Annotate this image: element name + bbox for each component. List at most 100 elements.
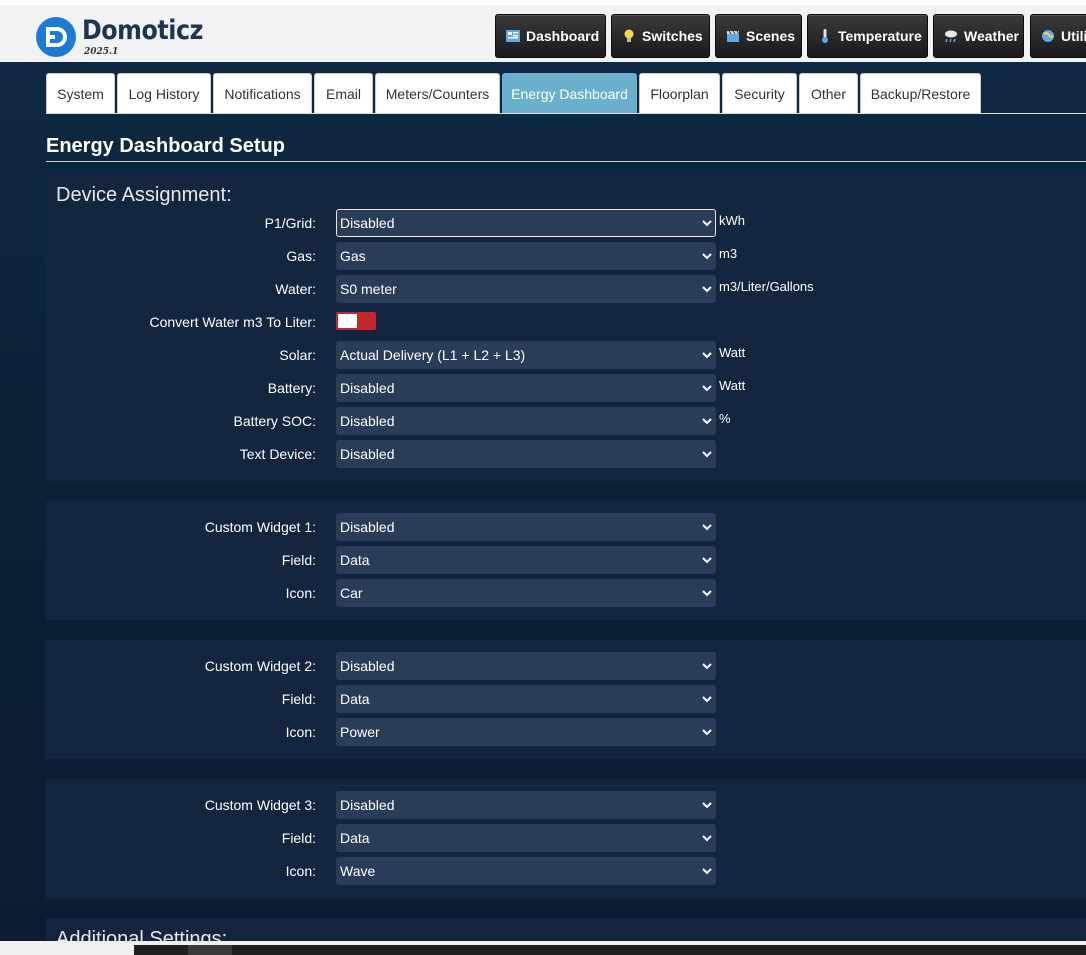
custom-widget-2-field-select[interactable]: Data (336, 685, 716, 713)
chevron-down-icon (702, 557, 712, 564)
custom-widget-3-select[interactable]: Disabled (336, 791, 716, 819)
p1-grid-unit: kWh (719, 213, 745, 228)
logo[interactable]: Domoticz 2025.1 (36, 15, 203, 60)
chevron-down-icon (702, 868, 712, 875)
chevron-down-icon (702, 729, 712, 736)
tab-security[interactable]: Security (722, 73, 797, 113)
nav-dashboard-button[interactable]: Dashboard (495, 14, 606, 58)
custom-widget-3-field-label: Field: (281, 830, 316, 846)
water-unit: m3/Liter/Gallons (719, 279, 814, 294)
custom-widget-2-select[interactable]: Disabled (336, 652, 716, 680)
battery-label: Battery: (267, 380, 316, 396)
nav-temperature-button[interactable]: Temperature (807, 14, 928, 58)
chevron-down-icon (702, 253, 712, 260)
text-device-select[interactable]: Disabled (336, 440, 716, 468)
gas-select[interactable]: Gas (336, 242, 716, 270)
battery-soc-select[interactable]: Disabled (336, 407, 716, 435)
title-divider (46, 161, 1086, 162)
domoticz-logo-icon (36, 17, 76, 57)
custom-widget-2-icon-value: Power (340, 724, 380, 740)
custom-widget-1-field-row: Field: Data (46, 546, 1086, 574)
custom-widget-1-icon-select[interactable]: Car (336, 579, 716, 607)
custom-widget-2-label: Custom Widget 2: (204, 658, 316, 674)
gas-row: Gas: Gas m3 (46, 242, 1086, 270)
water-select[interactable]: S0 meter (336, 275, 716, 303)
taskbar-active-item[interactable] (188, 945, 232, 955)
cloud-rain-icon (944, 29, 958, 43)
p1-grid-row: P1/Grid: Disabled kWh (46, 209, 1086, 237)
top-bar: Domoticz 2025.1 Dashboard Switches Scene… (0, 0, 1086, 62)
tab-system[interactable]: System (46, 73, 115, 113)
solar-unit: Watt (719, 345, 746, 360)
custom-widget-3-icon-select[interactable]: Wave (336, 857, 716, 885)
convert-water-toggle[interactable] (336, 312, 376, 330)
tab-energy-dashboard[interactable]: Energy Dashboard (502, 73, 637, 113)
tab-other[interactable]: Other (799, 73, 858, 113)
device-assignment-title: Device Assignment: (56, 184, 232, 206)
dashboard-icon (506, 29, 520, 43)
custom-widget-3-field-value: Data (340, 830, 370, 846)
text-device-label: Text Device: (239, 446, 316, 462)
p1-grid-select[interactable]: Disabled (336, 209, 716, 237)
chevron-down-icon (702, 696, 712, 703)
custom-widget-3-field-row: Field: Data (46, 824, 1086, 852)
tab-floorplan[interactable]: Floorplan (639, 73, 720, 113)
custom-widget-3-label: Custom Widget 3: (204, 797, 316, 813)
solar-select[interactable]: Actual Delivery (L1 + L2 + L3) (336, 341, 716, 369)
water-value: S0 meter (340, 281, 397, 297)
custom-widget-3-field-select[interactable]: Data (336, 824, 716, 852)
chevron-down-icon (702, 418, 712, 425)
chevron-down-icon (702, 524, 712, 531)
thermometer-icon (818, 29, 832, 43)
chevron-down-icon (702, 385, 712, 392)
tab-divider (46, 113, 1086, 114)
page-title: Energy Dashboard Setup (46, 135, 285, 157)
custom-widget-2-icon-label: Icon: (285, 724, 316, 740)
nav-weather-button[interactable]: Weather (933, 14, 1024, 58)
p1-grid-label: P1/Grid: (264, 215, 316, 231)
battery-value: Disabled (340, 380, 395, 396)
custom-widget-3-value: Disabled (340, 797, 395, 813)
tab-notifications[interactable]: Notifications (213, 73, 312, 113)
text-device-row: Text Device: Disabled (46, 440, 1086, 468)
custom-widget-2-field-row: Field: Data (46, 685, 1086, 713)
tab-log-history[interactable]: Log History (117, 73, 211, 113)
custom-widget-1-select[interactable]: Disabled (336, 513, 716, 541)
clapperboard-icon (726, 29, 740, 43)
nav-weather-label: Weather (964, 28, 1019, 44)
chevron-down-icon (702, 220, 712, 227)
chevron-down-icon (702, 352, 712, 359)
tab-backup-restore[interactable]: Backup/Restore (860, 73, 981, 113)
battery-soc-label: Battery SOC: (233, 413, 316, 429)
custom-widget-2-field-label: Field: (281, 691, 316, 707)
globe-icon (1041, 29, 1055, 43)
brand-name: Domoticz (82, 15, 204, 46)
nav-utility-button[interactable]: Utili (1030, 14, 1086, 58)
custom-widget-1-icon-value: Car (340, 585, 363, 601)
tab-email[interactable]: Email (314, 73, 373, 113)
nav-switches-button[interactable]: Switches (611, 14, 710, 58)
custom-widget-3-icon-row: Icon: Wave (46, 857, 1086, 885)
battery-soc-unit: % (719, 411, 731, 426)
custom-widget-2-icon-row: Icon: Power (46, 718, 1086, 746)
nav-temperature-label: Temperature (838, 28, 922, 44)
nav-scenes-label: Scenes (746, 28, 796, 44)
convert-water-label: Convert Water m3 To Liter: (149, 314, 316, 330)
custom-widget-1-field-value: Data (340, 552, 370, 568)
brand-version: 2025.1 (84, 47, 119, 57)
custom-widget-3-row: Custom Widget 3: Disabled (46, 791, 1086, 819)
chevron-down-icon (702, 802, 712, 809)
custom-widget-2-field-value: Data (340, 691, 370, 707)
lightbulb-icon (622, 29, 636, 43)
nav-scenes-button[interactable]: Scenes (715, 14, 802, 58)
gas-label: Gas: (286, 248, 316, 264)
custom-widget-2-icon-select[interactable]: Power (336, 718, 716, 746)
nav-utility-label: Utili (1061, 28, 1086, 44)
custom-widget-3-icon-label: Icon: (285, 863, 316, 879)
battery-select[interactable]: Disabled (336, 374, 716, 402)
chevron-down-icon (702, 590, 712, 597)
tab-meters-counters[interactable]: Meters/Counters (375, 73, 500, 113)
battery-soc-row: Battery SOC: Disabled % (46, 407, 1086, 435)
custom-widget-1-field-select[interactable]: Data (336, 546, 716, 574)
text-device-value: Disabled (340, 446, 395, 462)
